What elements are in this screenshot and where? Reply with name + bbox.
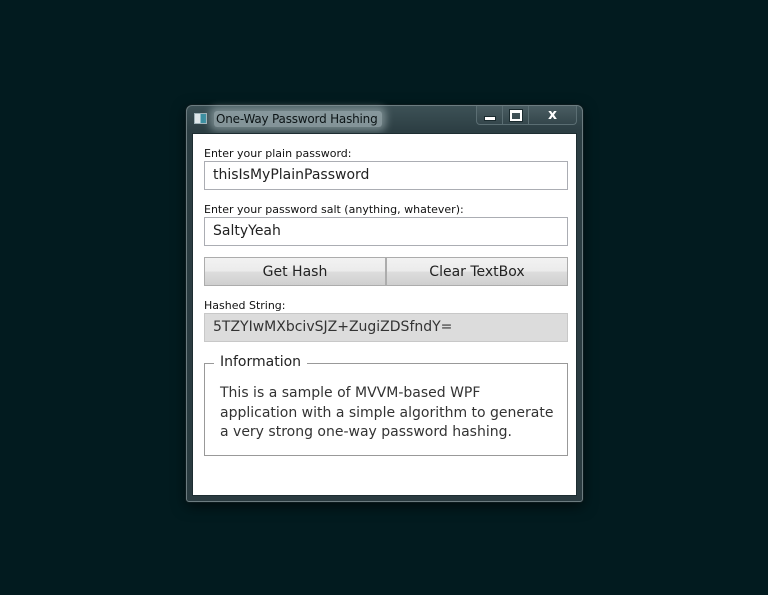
client-area: Enter your plain password: thisIsMyPlain…	[192, 133, 577, 496]
maximize-button[interactable]	[503, 106, 529, 125]
window-title: One-Way Password Hashing	[214, 111, 382, 127]
password-input[interactable]: thisIsMyPlainPassword	[204, 161, 568, 190]
information-groupbox: Information This is a sample of MVVM-bas…	[204, 354, 568, 456]
salt-label: Enter your password salt (anything, what…	[204, 203, 464, 216]
information-header: Information	[214, 354, 308, 370]
maximize-icon	[508, 108, 523, 122]
app-icon	[194, 113, 207, 124]
clear-textbox-button[interactable]: Clear TextBox	[386, 257, 568, 286]
hashed-output-field[interactable]: 5TZYIwMXbcivSJZ+ZugiZDSfndY=	[204, 313, 568, 342]
app-window: One-Way Password Hashing x Enter your pl…	[186, 105, 583, 502]
password-label: Enter your plain password:	[204, 147, 352, 160]
hashed-label: Hashed String:	[204, 299, 286, 312]
get-hash-button[interactable]: Get Hash	[204, 257, 386, 286]
close-icon: x	[547, 107, 558, 123]
title-bar[interactable]: One-Way Password Hashing x	[187, 106, 582, 132]
minimize-button[interactable]	[476, 106, 503, 125]
caption-buttons: x	[476, 106, 577, 125]
salt-input[interactable]: SaltyYeah	[204, 217, 568, 246]
information-text: This is a sample of MVVM-based WPF appli…	[220, 385, 554, 440]
minimize-icon	[483, 115, 496, 121]
close-button[interactable]: x	[529, 106, 577, 125]
